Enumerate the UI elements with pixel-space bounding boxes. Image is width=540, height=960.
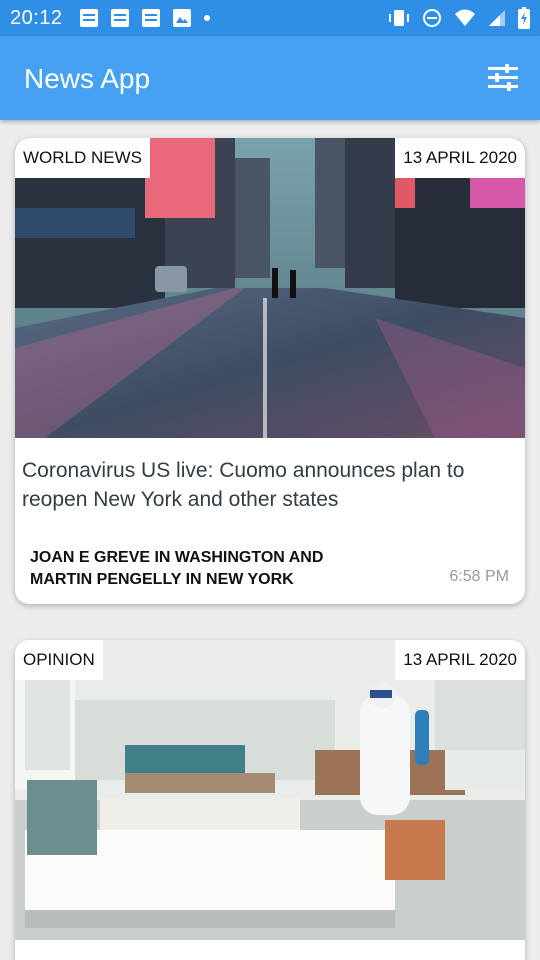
notification-icon bbox=[111, 9, 129, 27]
article-time: 6:58 PM bbox=[449, 568, 509, 585]
article-image bbox=[15, 640, 525, 940]
article-card[interactable]: OPINION 13 APRIL 2020 bbox=[15, 640, 525, 960]
status-system-icons bbox=[388, 7, 530, 29]
article-image bbox=[15, 138, 525, 438]
signal-icon bbox=[488, 8, 506, 28]
app-title: News App bbox=[24, 63, 151, 94]
news-feed[interactable]: WORLD NEWS 13 APRIL 2020 Coronavirus US … bbox=[0, 120, 540, 960]
notification-icon bbox=[142, 9, 160, 27]
status-notifications bbox=[80, 9, 210, 32]
article-title[interactable]: Coronavirus US live: Cuomo announces pla… bbox=[22, 456, 511, 514]
filter-button[interactable] bbox=[488, 64, 518, 92]
date-tag: 13 APRIL 2020 bbox=[395, 640, 525, 680]
app-bar: News App bbox=[0, 36, 540, 120]
do-not-disturb-icon bbox=[422, 8, 442, 28]
article-card[interactable]: WORLD NEWS 13 APRIL 2020 Coronavirus US … bbox=[15, 138, 525, 604]
category-tag: WORLD NEWS bbox=[15, 138, 150, 178]
battery-icon bbox=[518, 7, 530, 29]
category-tag: OPINION bbox=[15, 640, 103, 680]
status-bar: 20:12 bbox=[0, 0, 540, 36]
wifi-icon bbox=[454, 8, 476, 28]
gallery-icon bbox=[173, 9, 191, 32]
date-tag: 13 APRIL 2020 bbox=[395, 138, 525, 178]
filter-sliders-icon bbox=[488, 64, 518, 91]
notification-icon bbox=[80, 9, 98, 27]
article-author: JOAN E GREVE IN WASHINGTON AND MARTIN PE… bbox=[30, 549, 324, 588]
vibrate-icon bbox=[388, 8, 410, 28]
dot-icon bbox=[204, 15, 210, 21]
status-time: 20:12 bbox=[10, 7, 63, 29]
